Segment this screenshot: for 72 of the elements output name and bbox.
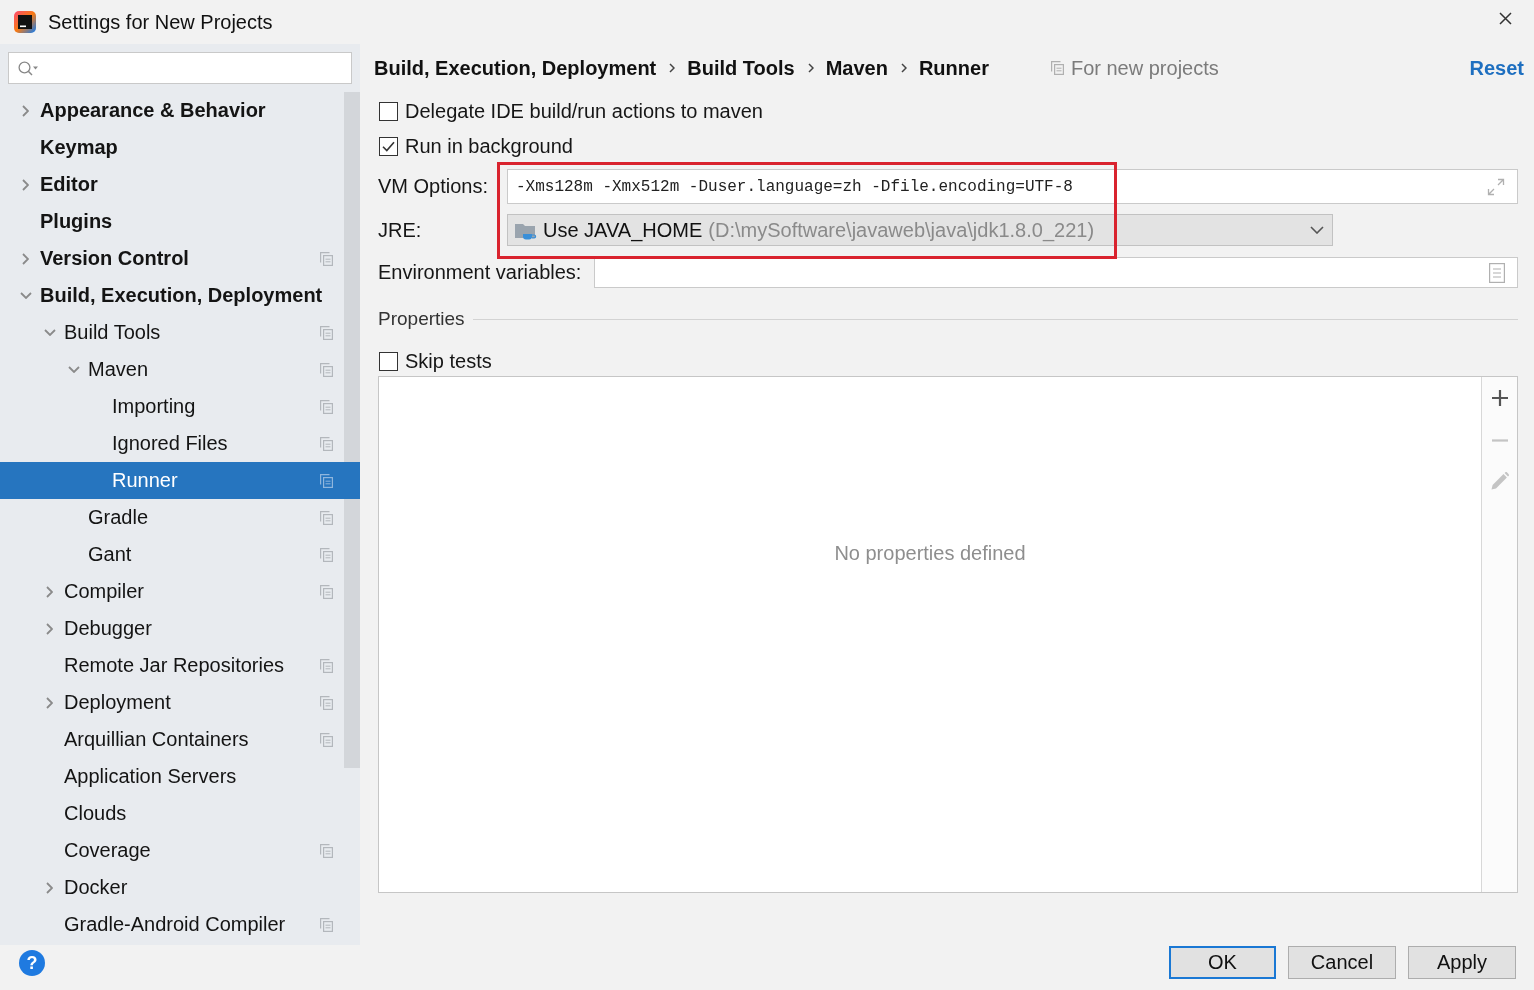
help-button[interactable]: ? xyxy=(19,950,45,976)
tree-item[interactable]: Gradle-Android Compiler xyxy=(0,906,360,943)
tree-item[interactable]: Arquillian Containers xyxy=(0,721,360,758)
checkbox[interactable] xyxy=(379,102,398,121)
text-field[interactable] xyxy=(594,257,1518,288)
scrollbar[interactable] xyxy=(344,92,360,768)
tree-item[interactable]: Plugins xyxy=(0,203,360,240)
field-label: VM Options: xyxy=(378,175,490,198)
expand-icon[interactable] xyxy=(1487,177,1505,196)
tree-item[interactable]: Remote Jar Repositories xyxy=(0,647,360,684)
breadcrumb-item: Build Tools xyxy=(687,56,795,80)
chevron-right-icon[interactable] xyxy=(46,696,53,709)
chevron-right-icon[interactable] xyxy=(46,585,53,598)
empty-message: No properties defined xyxy=(834,542,1026,565)
chevron-right-icon[interactable] xyxy=(22,178,29,191)
chevron-right-icon[interactable] xyxy=(22,252,29,265)
dialog-button[interactable]: OK xyxy=(1169,946,1276,979)
chevron-right-icon xyxy=(900,63,907,73)
breadcrumb-item: Runner xyxy=(918,56,989,80)
reset-link[interactable]: Reset xyxy=(1469,56,1524,80)
chevron-right-icon xyxy=(807,63,814,73)
tree-item[interactable]: Build, Execution, Deployment xyxy=(0,277,360,314)
field-label: JRE: xyxy=(378,218,423,242)
chevron-right-icon[interactable] xyxy=(22,104,29,117)
search-icon xyxy=(18,60,38,76)
plus-icon[interactable] xyxy=(1491,390,1508,406)
tree-item[interactable]: Build Tools xyxy=(0,314,360,351)
tree-item[interactable]: Docker xyxy=(0,869,360,906)
checkbox-label: Delegate IDE build/run actions to maven xyxy=(405,100,763,123)
close-icon[interactable] xyxy=(1499,11,1512,25)
window-title: Settings for New Projects xyxy=(48,10,273,34)
breadcrumb-item: Maven xyxy=(825,56,888,80)
dropdown[interactable]: Use JAVA_HOME (D:\mySoftware\javaweb\java\jdk1.8.0_221) xyxy=(507,214,1333,246)
group-title: Properties xyxy=(378,308,465,330)
tree-item[interactable]: Coverage xyxy=(0,832,360,869)
tree-item[interactable]: Application Servers xyxy=(0,758,360,795)
checkbox[interactable] xyxy=(379,137,398,156)
chevron-right-icon[interactable] xyxy=(46,881,53,894)
document-icon[interactable] xyxy=(1489,262,1505,283)
tree-item[interactable]: Compiler xyxy=(0,573,360,610)
tree-item[interactable]: Ignored Files xyxy=(0,425,360,462)
tree-item[interactable]: Version Control xyxy=(0,240,360,277)
tree-item[interactable]: Debugger xyxy=(0,610,360,647)
tree-item[interactable]: Appearance & Behavior xyxy=(0,92,360,129)
tree-item[interactable]: Gant xyxy=(0,536,360,573)
checkbox-label: Run in background xyxy=(405,135,573,158)
breadcrumb-item: Build, Execution, Deployment xyxy=(374,56,657,80)
dialog-button[interactable]: Apply xyxy=(1408,946,1516,979)
checkbox-label: Skip tests xyxy=(405,349,492,373)
tree-item[interactable]: Editor xyxy=(0,166,360,203)
tree-item[interactable]: Clouds xyxy=(0,795,360,832)
text-field[interactable]: -Xms128m -Xmx512m -Duser.language=zh -Dfile.encoding=UTF-8 xyxy=(507,169,1518,204)
app-logo-icon xyxy=(14,11,36,33)
scope-note: For new projects xyxy=(1070,56,1219,80)
tree-item[interactable]: Deployment xyxy=(0,684,360,721)
dialog-button[interactable]: Cancel xyxy=(1288,946,1396,979)
tree-item[interactable]: Keymap xyxy=(0,129,360,166)
field-label: Environment variables: xyxy=(378,261,582,284)
checkbox[interactable] xyxy=(379,351,398,371)
search-field[interactable] xyxy=(8,52,352,84)
folder-icon xyxy=(514,221,538,241)
chevron-down-icon[interactable] xyxy=(68,366,80,373)
tree-item[interactable]: Runner xyxy=(0,462,360,499)
copy-icon xyxy=(1050,61,1064,75)
caret-icon[interactable] xyxy=(1310,226,1324,234)
chevron-right-icon xyxy=(669,63,676,73)
tree-item[interactable]: Gradle xyxy=(0,499,360,536)
chevron-down-icon[interactable] xyxy=(44,329,56,336)
tree-item[interactable]: Maven xyxy=(0,351,360,388)
tree-item[interactable]: Importing xyxy=(0,388,360,425)
chevron-down-icon[interactable] xyxy=(20,292,32,299)
chevron-right-icon[interactable] xyxy=(46,622,53,635)
